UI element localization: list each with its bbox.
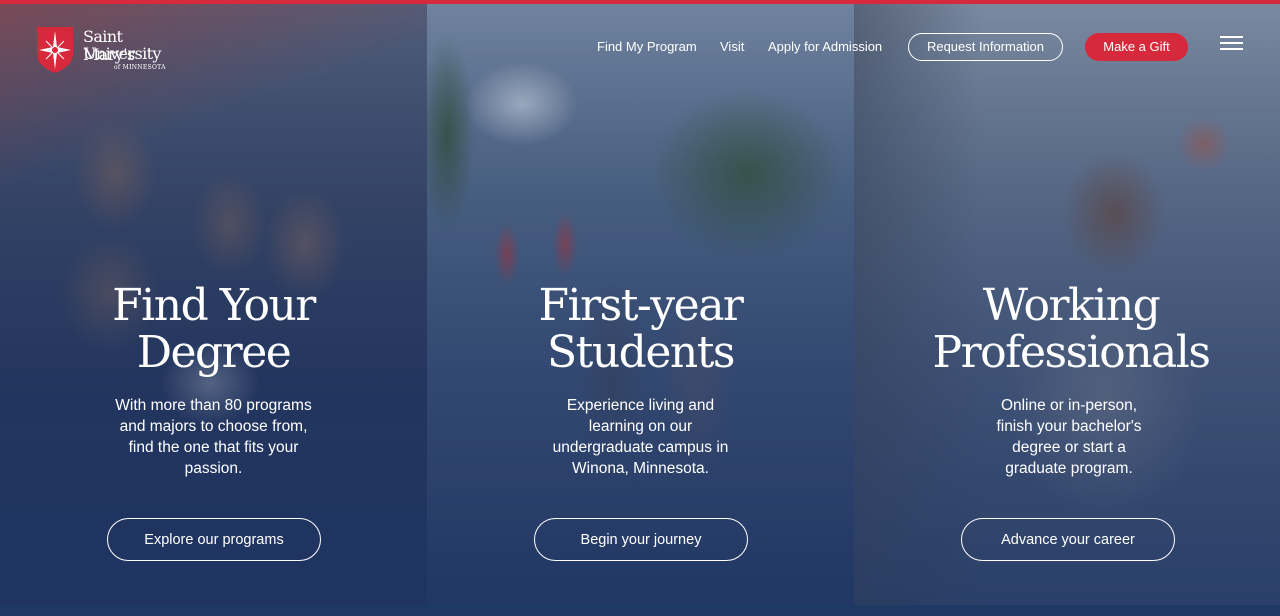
- description-line: find the one that fits your: [128, 439, 299, 456]
- panel-title: First-year Students: [427, 282, 854, 376]
- logo-subtext: of MINNESOTA: [114, 64, 166, 71]
- advance-career-button[interactable]: Advance your career: [961, 518, 1175, 561]
- panel-title-line: First-year: [538, 280, 744, 331]
- description-line: Experience living and: [566, 397, 715, 414]
- star-shield-icon: [37, 27, 73, 73]
- description-line: passion.: [184, 460, 243, 477]
- logo-text: University: [83, 44, 161, 63]
- hamburger-menu-icon[interactable]: [1220, 36, 1243, 52]
- description-line: finish your bachelor's: [996, 418, 1142, 435]
- description-line: learning on our: [588, 418, 693, 435]
- panel-title: Working Professionals: [858, 282, 1280, 376]
- explore-programs-button[interactable]: Explore our programs: [107, 518, 321, 561]
- panel-title-line: Find Your: [112, 280, 316, 331]
- panel-title-line: Students: [547, 327, 735, 378]
- nav-visit[interactable]: Visit: [720, 37, 744, 57]
- panel-title-line: Professionals: [932, 327, 1211, 378]
- panel-working-professionals: Working Professionals Online or in-perso…: [854, 4, 1280, 605]
- description-line: graduate program.: [1005, 460, 1133, 477]
- university-logo[interactable]: Saint Mary's University of MINNESOTA: [36, 26, 176, 76]
- description-line: and majors to choose from,: [119, 418, 308, 435]
- description-line: With more than 80 programs: [115, 397, 312, 414]
- panel-description: Experience living and learning on our un…: [427, 395, 854, 479]
- description-line: undergraduate campus in: [552, 439, 729, 456]
- description-line: Online or in-person,: [1000, 397, 1138, 414]
- panel-title: Find Your Degree: [0, 282, 427, 376]
- panel-description: Online or in-person, finish your bachelo…: [856, 395, 1280, 479]
- nav-apply-for-admission[interactable]: Apply for Admission: [768, 37, 882, 57]
- description-line: Winona, Minnesota.: [572, 460, 709, 477]
- begin-journey-button[interactable]: Begin your journey: [534, 518, 748, 561]
- panel-find-your-degree: Find Your Degree With more than 80 progr…: [0, 4, 427, 605]
- panel-first-year-students: First-year Students Experience living an…: [427, 4, 854, 605]
- description-line: degree or start a: [1012, 439, 1126, 456]
- panel-title-line: Working: [982, 280, 1161, 331]
- bottom-bar: [0, 605, 1280, 616]
- panel-description: With more than 80 programs and majors to…: [0, 395, 427, 479]
- panel-title-line: Degree: [136, 327, 292, 378]
- make-a-gift-button[interactable]: Make a Gift: [1085, 33, 1188, 61]
- request-information-button[interactable]: Request Information: [908, 33, 1063, 61]
- nav-find-my-program[interactable]: Find My Program: [597, 37, 697, 57]
